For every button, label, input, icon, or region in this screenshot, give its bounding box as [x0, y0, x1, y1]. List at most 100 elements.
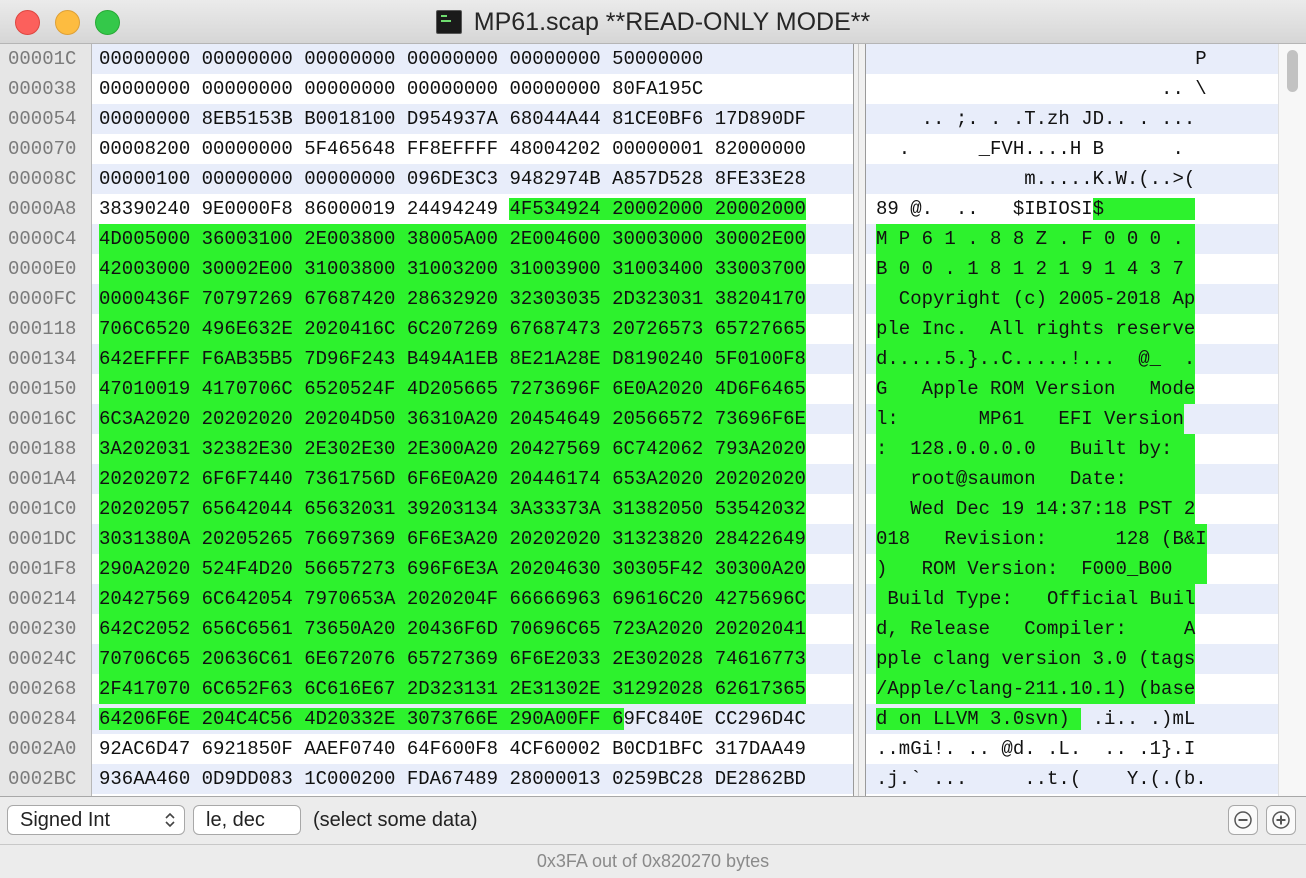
- hex-cell[interactable]: 00008200 00000000 5F465648 FF8EFFFF 4800…: [99, 134, 806, 164]
- hex-cell[interactable]: 4D005000 36003100 2E003800 38005A00 2E00…: [99, 224, 806, 254]
- scrollbar[interactable]: [1278, 44, 1306, 796]
- ascii-cell[interactable]: : 128.0.0.0.0 Built by:: [876, 434, 1196, 464]
- ascii-cell[interactable]: ..mGi!. .. @d. .L. .. .1}.I: [876, 734, 1195, 764]
- hex-row[interactable]: 000070 00008200 00000000 5F465648 FF8EFFF…: [0, 134, 1306, 164]
- ascii-cell[interactable]: root@saumon Date:: [876, 464, 1196, 494]
- ascii-cell[interactable]: /Apple/clang-211.10.1) (base: [876, 674, 1196, 704]
- offset-cell: 0000E0: [0, 254, 92, 284]
- hex-row[interactable]: 000118 706C6520 496E632E 2020416C 6C20726…: [0, 314, 1306, 344]
- hex-row[interactable]: 000054 00000000 8EB5153B B0018100 D954937…: [0, 104, 1306, 134]
- hex-cell[interactable]: 6C3A2020 20202020 20204D50 36310A20 2045…: [99, 404, 806, 434]
- offset-cell: 0002BC: [0, 764, 92, 794]
- ascii-cell[interactable]: 018 Revision: 128 (B&I: [876, 524, 1207, 554]
- hex-cell[interactable]: 706C6520 496E632E 2020416C 6C207269 6768…: [99, 314, 806, 344]
- offset-cell: 0000A8: [0, 194, 92, 224]
- hex-row[interactable]: 0001A4 20202072 6F6F7440 7361756D 6F6E0A2…: [0, 464, 1306, 494]
- ascii-selection[interactable]: $: [1092, 198, 1196, 220]
- ascii-cell[interactable]: P: [876, 44, 1206, 74]
- remove-button[interactable]: [1228, 805, 1258, 835]
- hex-cell[interactable]: 936AA460 0D9DD083 1C000200 FDA67489 2800…: [99, 764, 806, 794]
- ascii-cell[interactable]: M P 6 1 . 8 8 Z . F 0 0 0 .: [876, 224, 1196, 254]
- ascii-cell[interactable]: Copyright (c) 2005-2018 Ap: [876, 284, 1196, 314]
- hex-cell[interactable]: 42003000 30002E00 31003800 31003200 3100…: [99, 254, 806, 284]
- offset-cell: 00008C: [0, 164, 92, 194]
- type-select[interactable]: Signed Int: [7, 805, 185, 835]
- hex-cell[interactable]: 00000000 00000000 00000000 00000000 0000…: [99, 44, 703, 74]
- hex-row[interactable]: 0000C4 4D005000 36003100 2E003800 38005A0…: [0, 224, 1306, 254]
- ascii-cell[interactable]: l: MP61 EFI Version: [876, 404, 1184, 434]
- offset-cell: 000214: [0, 584, 92, 614]
- hex-cell[interactable]: 20202072 6F6F7440 7361756D 6F6E0A20 2044…: [99, 464, 806, 494]
- ascii-selection[interactable]: d on LLVM 3.0svn): [876, 708, 1082, 730]
- endian-select[interactable]: le, dec: [193, 805, 301, 835]
- ascii-cell[interactable]: 89 @. .. $IBIOSI$: [876, 194, 1196, 224]
- hex-cell[interactable]: 3A202031 32382E30 2E302E30 2E300A20 2042…: [99, 434, 806, 464]
- plus-icon: [1271, 810, 1291, 830]
- hex-row[interactable]: 000134 642EFFFF F6AB35B5 7D96F243 B494A1E…: [0, 344, 1306, 374]
- hex-row[interactable]: 0000FC 0000436F 70797269 67687420 2863292…: [0, 284, 1306, 314]
- offset-cell: 000150: [0, 374, 92, 404]
- hex-row[interactable]: 0001F8 290A2020 524F4D20 56657273 696F6E3…: [0, 554, 1306, 584]
- ascii-cell[interactable]: .j.` ... ..t.( Y.(.(b.: [876, 764, 1207, 794]
- ascii-cell[interactable]: .. ;. . .T.zh JD.. . ...: [876, 104, 1196, 134]
- hex-row[interactable]: 00008C 00000100 00000000 00000000 096DE3C…: [0, 164, 1306, 194]
- column-divider[interactable]: [853, 44, 866, 796]
- hex-row[interactable]: 0002A0 92AC6D47 6921850F AAEF0740 64F600F…: [0, 734, 1306, 764]
- hex-selection[interactable]: 4F534924 20002000 20002000: [509, 198, 806, 220]
- title-bar: MP61.scap **READ-ONLY MODE**: [0, 0, 1306, 44]
- hex-cell[interactable]: 70706C65 20636C61 6E672076 65727369 6F6E…: [99, 644, 806, 674]
- hex-row[interactable]: 00024C 70706C65 20636C61 6E672076 6572736…: [0, 644, 1306, 674]
- hex-cell[interactable]: 00000000 00000000 00000000 00000000 0000…: [99, 74, 703, 104]
- ascii-cell[interactable]: d, Release Compiler: A: [876, 614, 1196, 644]
- offset-cell: 0001F8: [0, 554, 92, 584]
- ascii-cell[interactable]: ple Inc. All rights reserve: [876, 314, 1196, 344]
- hex-cell[interactable]: 64206F6E 204C4C56 4D20332E 3073766E 290A…: [99, 704, 806, 734]
- ascii-cell[interactable]: .. \: [876, 74, 1207, 104]
- hex-cell[interactable]: 47010019 4170706C 6520524F 4D205665 7273…: [99, 374, 806, 404]
- hex-row[interactable]: 0000A8 38390240 9E0000F8 86000019 2449424…: [0, 194, 1306, 224]
- hex-cell[interactable]: 92AC6D47 6921850F AAEF0740 64F600F8 4CF6…: [99, 734, 806, 764]
- hex-row[interactable]: 000284 64206F6E 204C4C56 4D20332E 3073766…: [0, 704, 1306, 734]
- ascii-cell[interactable]: B 0 0 . 1 8 1 2 1 9 1 4 3 7: [876, 254, 1196, 284]
- ascii-cell[interactable]: d.....5.}..C.....!... @_ .: [876, 344, 1196, 374]
- ascii-cell[interactable]: d on LLVM 3.0svn) .i.. .)mL: [876, 704, 1195, 734]
- hex-row[interactable]: 0000E0 42003000 30002E00 31003800 3100320…: [0, 254, 1306, 284]
- offset-cell: 000070: [0, 134, 92, 164]
- hex-cell[interactable]: 642EFFFF F6AB35B5 7D96F243 B494A1EB 8E21…: [99, 344, 806, 374]
- hex-row[interactable]: 000230 642C2052 656C6561 73650A20 20436F6…: [0, 614, 1306, 644]
- hex-row[interactable]: 00016C 6C3A2020 20202020 20204D50 36310A2…: [0, 404, 1306, 434]
- offset-cell: 000188: [0, 434, 92, 464]
- ascii-cell[interactable]: Build Type: Official Buil: [876, 584, 1196, 614]
- offset-cell: 0001DC: [0, 524, 92, 554]
- scroll-thumb[interactable]: [1287, 50, 1298, 92]
- hex-cell[interactable]: 642C2052 656C6561 73650A20 20436F6D 7069…: [99, 614, 806, 644]
- ascii-cell[interactable]: ) ROM Version: F000_B00: [876, 554, 1207, 584]
- ascii-cell[interactable]: Wed Dec 19 14:37:18 PST 2: [876, 494, 1196, 524]
- ascii-cell[interactable]: m.....K.W.(..>(: [876, 164, 1195, 194]
- add-button[interactable]: [1266, 805, 1296, 835]
- ascii-cell[interactable]: . _FVH....H B .: [876, 134, 1184, 164]
- hex-cell[interactable]: 38390240 9E0000F8 86000019 24494249 4F53…: [99, 194, 806, 224]
- hex-cell[interactable]: 00000000 8EB5153B B0018100 D954937A 6804…: [99, 104, 806, 134]
- ascii-cell[interactable]: G Apple ROM Version Mode: [876, 374, 1196, 404]
- hex-row[interactable]: 000038 00000000 00000000 00000000 0000000…: [0, 74, 1306, 104]
- offset-cell: 0002A0: [0, 734, 92, 764]
- hex-row[interactable]: 00001C 00000000 00000000 00000000 0000000…: [0, 44, 1306, 74]
- hex-row[interactable]: 000214 20427569 6C642054 7970653A 2020204…: [0, 584, 1306, 614]
- hex-cell[interactable]: 2F417070 6C652F63 6C616E67 2D323131 2E31…: [99, 674, 806, 704]
- hex-cell[interactable]: 20427569 6C642054 7970653A 2020204F 6666…: [99, 584, 806, 614]
- hex-row[interactable]: 000150 47010019 4170706C 6520524F 4D20566…: [0, 374, 1306, 404]
- hex-selection[interactable]: 64206F6E 204C4C56 4D20332E 3073766E 290A…: [99, 708, 624, 730]
- hex-cell[interactable]: 3031380A 20205265 76697369 6F6E3A20 2020…: [99, 524, 806, 554]
- hex-cell[interactable]: 00000100 00000000 00000000 096DE3C3 9482…: [99, 164, 806, 194]
- hex-row[interactable]: 0001C0 20202057 65642044 65632031 3920313…: [0, 494, 1306, 524]
- ascii-cell[interactable]: pple clang version 3.0 (tags: [876, 644, 1196, 674]
- hex-row[interactable]: 000268 2F417070 6C652F63 6C616E67 2D32313…: [0, 674, 1306, 704]
- hex-cell[interactable]: 290A2020 524F4D20 56657273 696F6E3A 2020…: [99, 554, 806, 584]
- hex-cell[interactable]: 0000436F 70797269 67687420 28632920 3230…: [99, 284, 806, 314]
- hex-row[interactable]: 0002BC 936AA460 0D9DD083 1C000200 FDA6748…: [0, 764, 1306, 794]
- hex-row[interactable]: 000188 3A202031 32382E30 2E302E30 2E300A2…: [0, 434, 1306, 464]
- hex-cell[interactable]: 20202057 65642044 65632031 39203134 3A33…: [99, 494, 806, 524]
- hex-view[interactable]: 00001C 00000000 00000000 00000000 0000000…: [0, 44, 1306, 796]
- hex-row[interactable]: 0001DC 3031380A 20205265 76697369 6F6E3A2…: [0, 524, 1306, 554]
